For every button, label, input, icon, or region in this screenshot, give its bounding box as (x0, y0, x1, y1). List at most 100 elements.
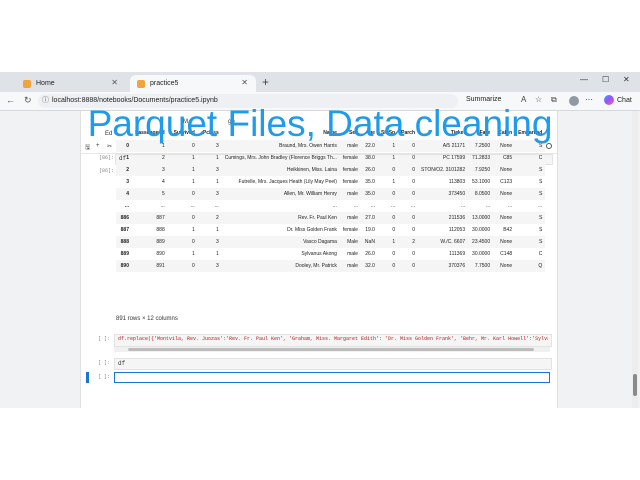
close-window-icon[interactable]: ✕ (623, 75, 630, 84)
table-cell: 13.0000 (472, 215, 491, 221)
table-cell: 2 (412, 239, 416, 245)
code-text: df.replace({'Montvila, Rev. Juozas':'Rev… (118, 336, 548, 342)
table-cell: S (538, 227, 543, 233)
table-row: 886 887 0 2 Rev. Fr. Paul Ken male 27.0 0 0 21153… (116, 212, 546, 224)
table-cell: male (347, 215, 358, 221)
minimize-icon[interactable]: — (580, 75, 588, 84)
table-cell: None (500, 263, 513, 269)
tab-practice5[interactable]: practice5 ✕ (130, 75, 256, 92)
table-row: 889 890 1 1 Sylvanus Akong male 26.0 0 0 111369 30… (116, 248, 545, 260)
code-cell-input[interactable]: df.replace({'Montvila, Rev. Juozas':'Rev… (114, 334, 552, 347)
table-cell: 0 (412, 215, 416, 221)
table-cell: 71.2833 (472, 155, 491, 161)
table-cell: 1 (215, 227, 219, 233)
cell-prompt: [ ]: (98, 336, 111, 342)
tab-home[interactable]: Home ✕ (16, 75, 126, 92)
table-cell: 35.0 (365, 191, 375, 197)
table-cell: Allen, Mr. William Henry (283, 191, 337, 197)
table-cell: male (347, 263, 358, 269)
table-cell: ... (124, 203, 129, 209)
table-row: 4 5 0 3 Allen, Mr. William Henry male 35.0 0 0 37… (116, 188, 546, 200)
table-cell: ... (538, 203, 543, 209)
table-cell: female (342, 179, 358, 185)
table-cell: 27.0 (365, 215, 375, 221)
tab-practice5-label: practice5 (150, 80, 179, 87)
table-cell: 26.0 (365, 167, 375, 173)
table-cell: 0 (412, 191, 416, 197)
table-cell: 8.0500 (474, 191, 491, 197)
maximize-icon[interactable]: ☐ (602, 75, 609, 84)
table-cell: female (342, 167, 358, 173)
scrollbar-thumb[interactable] (633, 374, 637, 396)
table-cell: 0 (392, 227, 396, 233)
tab-home-label: Home (36, 80, 55, 87)
table-cell: NaN (364, 239, 375, 245)
table-cell: ... (190, 203, 195, 209)
close-icon[interactable]: ✕ (111, 78, 118, 87)
table-cell: 30.0000 (472, 251, 491, 257)
table-cell: ... (332, 203, 337, 209)
table-cell: 0 (412, 227, 416, 233)
table-shape-label: 891 rows × 12 columns (116, 316, 178, 322)
code-text: df (118, 360, 126, 367)
table-cell: 1 (191, 251, 195, 257)
close-icon[interactable]: ✕ (241, 78, 248, 87)
table-cell: ... (485, 203, 491, 209)
table-row: 890 891 0 3 Dooley, Mr. Patrick male 32.0 0 0 370… (116, 260, 546, 272)
table-cell: 0 (392, 191, 396, 197)
cell-prompt: [86]: (99, 155, 115, 161)
table-row: 2 3 1 3 Heikkinen, Miss. Laina female 26.0 0 0 ST… (116, 164, 546, 176)
table-cell: 211536 (448, 215, 466, 221)
table-cell: 887 (120, 227, 129, 233)
table-cell: 112053 (448, 227, 466, 233)
table-cell: 1 (215, 251, 219, 257)
page-scrollbar[interactable] (632, 111, 638, 408)
table-cell: 2 (215, 215, 219, 221)
table-cell: 0 (412, 263, 416, 269)
table-cell: Q (538, 263, 543, 269)
table-cell: 35.0 (365, 179, 375, 185)
table-cell: 1 (191, 155, 195, 161)
table-cell: ... (410, 203, 416, 209)
table-cell: S (538, 179, 543, 185)
table-cell: 0 (412, 167, 416, 173)
table-cell: 19.0 (365, 227, 375, 233)
jupyter-favicon-icon (137, 80, 145, 88)
table-cell: 1 (191, 167, 195, 173)
table-cell: 1 (215, 179, 219, 185)
table-cell: ... (507, 203, 513, 209)
output-scrollbar[interactable] (114, 347, 550, 352)
table-row: 3 4 1 1 Futrelle, Mrs. Jacques Heath (Lily M… (116, 176, 545, 188)
table-cell: 1 (215, 155, 219, 161)
table-cell: 7.9250 (474, 167, 491, 173)
table-cell: None (500, 215, 513, 221)
table-cell: S (538, 215, 543, 221)
table-cell: Dooley, Mr. Patrick (295, 263, 337, 269)
top-letterbox (0, 0, 640, 72)
table-cell: 113803 (448, 179, 466, 185)
table-cell: 3 (215, 239, 219, 245)
table-cell: 889 (156, 239, 165, 245)
table-cell: ... (353, 203, 358, 209)
table-cell: 5 (161, 191, 165, 197)
new-tab-button[interactable]: + (262, 75, 269, 89)
table-cell: 32.0 (365, 263, 375, 269)
table-cell: Dr. Miss Golden Frank (287, 227, 337, 233)
active-code-cell[interactable] (114, 372, 550, 383)
table-cell: 0 (392, 263, 396, 269)
table-cell: 30.0000 (472, 227, 491, 233)
table-cell: C (538, 155, 543, 161)
table-cell: Sylvanus Akong (301, 251, 337, 257)
table-cell: ... (214, 203, 219, 209)
scrollbar-thumb[interactable] (128, 348, 534, 351)
bottom-letterbox (0, 408, 640, 480)
video-title-overlay: Parquet Files, Data cleaning (87, 103, 553, 144)
output-prompt: [86]: (99, 168, 115, 174)
table-cell: 891 (156, 263, 165, 269)
table-cell: 890 (156, 251, 165, 257)
table-cell: 3 (126, 179, 129, 185)
table-cell: 1 (392, 155, 396, 161)
code-cell-input[interactable]: df (114, 358, 552, 370)
active-cell-indicator (86, 372, 89, 383)
table-cell: Cumings, Mrs. John Bradley (Florence Bri… (224, 155, 337, 161)
